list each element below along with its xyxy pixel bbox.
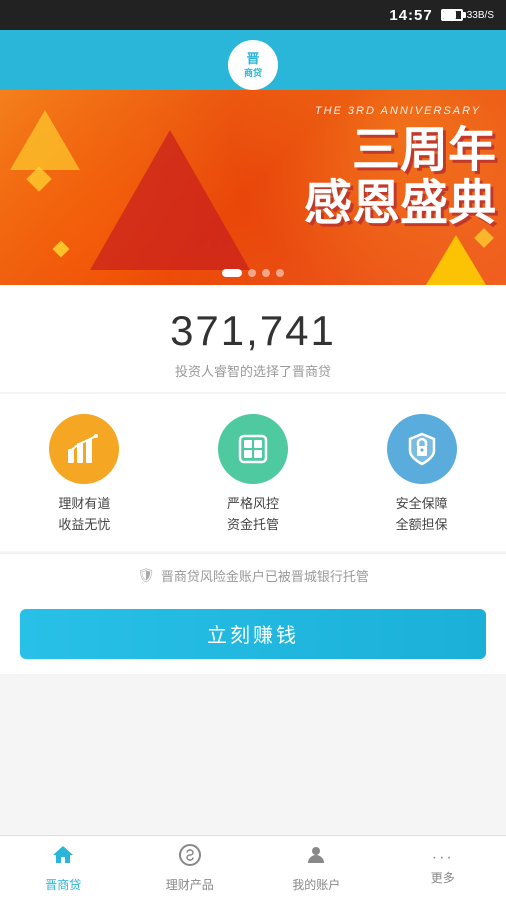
status-bar: 14:57 33B/S bbox=[0, 0, 506, 30]
nav-item-more[interactable]: ··· 更多 bbox=[380, 836, 506, 900]
app-header: 晋 商贷 bbox=[0, 30, 506, 90]
nav-label-home: 晋商贷 bbox=[45, 876, 81, 893]
dot-1[interactable] bbox=[222, 269, 242, 277]
feature-item-2: 安全保障 全额担保 bbox=[338, 414, 505, 536]
triangle-decoration-yellow bbox=[426, 235, 486, 285]
status-icons: 33B/S bbox=[441, 9, 494, 21]
banner-main-text: 三周年 感恩盛典 bbox=[304, 125, 496, 231]
nav-item-home[interactable]: 晋商贷 bbox=[0, 836, 127, 900]
dollar-icon bbox=[178, 843, 202, 873]
cta-button[interactable]: 立刻赚钱 bbox=[20, 609, 486, 659]
shield-icon: 🛡 bbox=[137, 567, 155, 584]
nav-label-account: 我的账户 bbox=[292, 876, 340, 893]
promotion-banner[interactable]: THE 3RD ANNIVERSARY 三周年 感恩盛典 bbox=[0, 90, 506, 285]
triangle-decoration-main bbox=[90, 130, 250, 270]
logo-text: 晋 bbox=[246, 51, 259, 67]
bottom-nav: 晋商贷 理财产品 我的账户 ··· 更多 bbox=[0, 835, 506, 900]
banner-line1: 三周年 bbox=[304, 125, 496, 178]
banner-anniversary-label: THE 3RD ANNIVERSARY bbox=[315, 105, 481, 117]
more-icon: ··· bbox=[432, 850, 454, 866]
banner-line2: 感恩盛典 bbox=[304, 178, 496, 231]
trust-text: 晋商贷风险金账户已被晋城银行托管 bbox=[161, 566, 369, 585]
features-section: 理财有道 收益无忧 严格风控 资金托管 bbox=[0, 394, 506, 551]
battery-icon bbox=[441, 9, 463, 21]
feature-text-0: 理财有道 收益无忧 bbox=[58, 494, 110, 536]
feature-item-1: 严格风控 资金托管 bbox=[170, 414, 337, 536]
triangle-decoration-left bbox=[10, 110, 80, 170]
logo-subtext: 商贷 bbox=[244, 66, 262, 79]
feature-text-1: 严格风控 资金托管 bbox=[227, 494, 279, 536]
nav-item-account[interactable]: 我的账户 bbox=[253, 836, 380, 900]
network-speed: 33B/S bbox=[467, 10, 494, 21]
status-time: 14:57 bbox=[389, 7, 432, 24]
feature-icon-risk bbox=[218, 414, 288, 484]
feature-item-0: 理财有道 收益无忧 bbox=[1, 414, 168, 536]
nav-item-products[interactable]: 理财产品 bbox=[127, 836, 254, 900]
stats-section: 371,741 投资人睿智的选择了晋商贷 bbox=[0, 285, 506, 392]
dot-4[interactable] bbox=[276, 269, 284, 277]
dot-3[interactable] bbox=[262, 269, 270, 277]
cta-section: 立刻赚钱 bbox=[0, 597, 506, 674]
main-content: THE 3RD ANNIVERSARY 三周年 感恩盛典 371,741 投资人… bbox=[0, 90, 506, 835]
investor-count: 371,741 bbox=[0, 307, 506, 355]
dot-2[interactable] bbox=[248, 269, 256, 277]
feature-icon-security bbox=[387, 414, 457, 484]
user-icon bbox=[304, 843, 328, 873]
nav-label-more: 更多 bbox=[431, 869, 455, 886]
app-logo: 晋 商贷 bbox=[228, 40, 278, 90]
trust-notice: 🛡 晋商贷风险金账户已被晋城银行托管 bbox=[0, 553, 506, 597]
feature-icon-investment bbox=[49, 414, 119, 484]
home-icon bbox=[51, 843, 75, 873]
banner-pagination bbox=[222, 269, 284, 277]
investor-desc: 投资人睿智的选择了晋商贷 bbox=[0, 361, 506, 380]
nav-label-products: 理财产品 bbox=[166, 876, 214, 893]
feature-text-2: 安全保障 全额担保 bbox=[396, 494, 448, 536]
